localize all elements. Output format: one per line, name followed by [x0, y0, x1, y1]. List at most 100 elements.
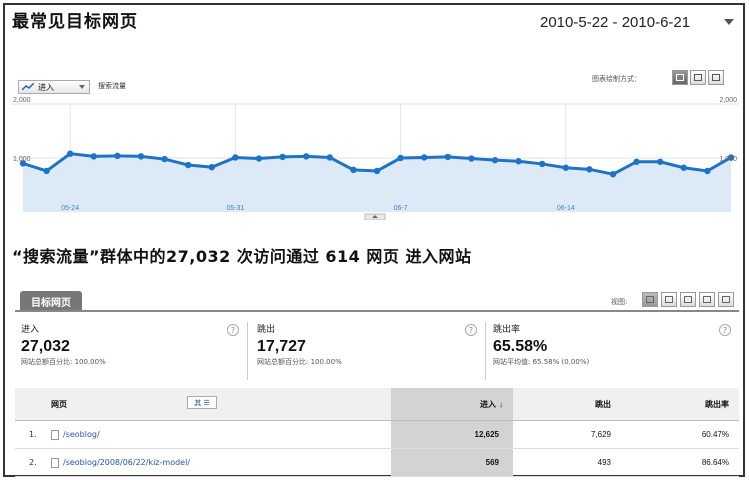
entrances-cell: 12,625: [391, 421, 513, 448]
y-axis-label-mid: 1,000: [13, 156, 31, 163]
header-bounce-rate[interactable]: 跳出率: [619, 388, 737, 420]
week-view-button[interactable]: [690, 70, 706, 85]
compare-view-button[interactable]: [699, 292, 715, 307]
tab-divider: [15, 310, 739, 312]
table-header-row: 网页 其 ☰ 进入 ↓ 跳出 跳出率: [15, 388, 739, 421]
stat-divider: [247, 322, 248, 380]
page-link[interactable]: /seoblog/2008/06/22/kiz-model/: [63, 458, 190, 467]
line-chart-icon: [22, 83, 34, 91]
stat-bounce-rate: 跳出率 65.58% 网站平均值: 65.58% (0.00%) ?: [487, 318, 737, 384]
help-icon[interactable]: ?: [719, 324, 731, 336]
week-view-icon: [694, 74, 702, 81]
data-point: [397, 154, 404, 162]
date-range-selector[interactable]: 2010-5-22 - 2010-6-21: [540, 14, 690, 31]
chevron-down-icon[interactable]: [724, 19, 734, 25]
data-point: [657, 158, 664, 165]
stat-name: 跳出率: [493, 325, 521, 335]
report-title: 最常见目标网页: [12, 12, 138, 32]
tab-target-pages[interactable]: 目标网页: [20, 291, 82, 311]
x-tick-label: 05-31: [226, 205, 244, 212]
stat-sub: 网站总额百分比: 100.00%: [257, 358, 342, 366]
stat-value: 27,032: [21, 338, 70, 355]
data-point: [373, 167, 381, 175]
data-point: [161, 155, 168, 163]
month-view-button[interactable]: [708, 70, 724, 85]
stat-divider: [485, 322, 486, 380]
header-bounces[interactable]: 跳出: [513, 388, 619, 420]
help-icon[interactable]: ?: [227, 324, 239, 336]
metric-select[interactable]: 进入: [18, 80, 90, 94]
data-point: [586, 166, 593, 173]
data-point: [279, 153, 286, 161]
page-icon[interactable]: [51, 429, 59, 440]
data-point: [515, 158, 522, 165]
table-row: 2. /seoblog/2008/06/22/kiz-model/ 569 49…: [15, 449, 739, 477]
data-point: [633, 158, 640, 165]
stat-value: 65.58%: [493, 338, 548, 355]
compare-icon: [703, 296, 711, 303]
data-point: [255, 155, 263, 162]
page-icon[interactable]: [51, 457, 59, 468]
pivot-view-button[interactable]: [718, 292, 734, 307]
table-view-icon: [646, 296, 654, 303]
stat-name: 进入: [21, 325, 40, 335]
stat-value: 17,727: [257, 338, 306, 355]
data-point: [43, 167, 50, 175]
header-page[interactable]: 网页: [51, 388, 391, 420]
page-cell: /seoblog/2008/06/22/kiz-model/: [51, 449, 391, 476]
pie-view-button[interactable]: [661, 292, 677, 307]
day-view-button[interactable]: [672, 70, 688, 85]
segment-label: 搜索流量: [98, 82, 126, 90]
data-point: [67, 150, 74, 157]
data-point: [114, 152, 121, 160]
data-point: [562, 164, 569, 171]
data-point: [491, 156, 499, 164]
day-view-icon: [676, 74, 684, 81]
chevron-down-icon: [79, 85, 85, 89]
data-point: [90, 153, 98, 160]
graph-mode-label: 图表绘制方式：: [592, 75, 641, 83]
bounces-cell: 7,629: [590, 430, 611, 439]
page-link[interactable]: /seoblog/: [63, 430, 100, 439]
header-entrances-label: 进入: [480, 399, 496, 409]
data-point: [326, 154, 333, 161]
sort-down-icon: ↓: [499, 399, 503, 409]
data-point: [539, 160, 546, 168]
row-number: 2.: [29, 458, 37, 467]
month-view-icon: [712, 74, 720, 81]
data-point: [609, 171, 617, 178]
bar-chart-icon: [684, 296, 692, 303]
entrances-cell: 569: [391, 449, 513, 476]
data-point: [232, 154, 239, 161]
x-tick-label: 06-7: [394, 205, 408, 212]
entrances-chart: 2,000 1,000 2,000 1,000 05-24 05-31 06-7 06-14: [11, 94, 739, 220]
pie-chart-icon: [665, 296, 673, 303]
data-point: [444, 153, 451, 161]
bounces-cell: 493: [597, 458, 611, 467]
stat-sub: 网站平均值: 65.58% (0.00%): [493, 358, 590, 366]
bounce-rate-cell: 86.64%: [701, 458, 729, 467]
filter-label: 其: [194, 398, 202, 407]
stat-name: 跳出: [257, 325, 276, 335]
stat-bounces: 跳出 17,727 网站总额百分比: 100.00% ?: [251, 318, 487, 384]
data-point: [350, 166, 357, 174]
x-tick-label: 05-24: [61, 205, 79, 212]
data-point: [208, 163, 215, 171]
data-point: [680, 164, 687, 171]
y-axis-label-top-right: 2,000: [719, 97, 737, 104]
row-number: 1.: [29, 430, 37, 439]
page-cell: /seoblog/: [51, 421, 391, 448]
view-label: 视图:: [611, 298, 628, 306]
data-point: [137, 153, 145, 160]
entrances-line-chart: 2,000 1,000 2,000 1,000 05-24 05-31 06-7 06-14: [11, 94, 739, 220]
data-point: [303, 153, 310, 160]
data-point: [468, 155, 475, 162]
pivot-icon: [722, 296, 730, 303]
x-tick-label: 06-14: [557, 205, 575, 212]
y-axis-label-top: 2,000: [13, 97, 31, 104]
bar-view-button[interactable]: [680, 292, 696, 307]
header-entrances[interactable]: 进入 ↓: [391, 388, 513, 420]
help-icon[interactable]: ?: [465, 324, 477, 336]
filter-control[interactable]: 其 ☰: [187, 396, 217, 409]
table-view-button[interactable]: [642, 292, 658, 307]
